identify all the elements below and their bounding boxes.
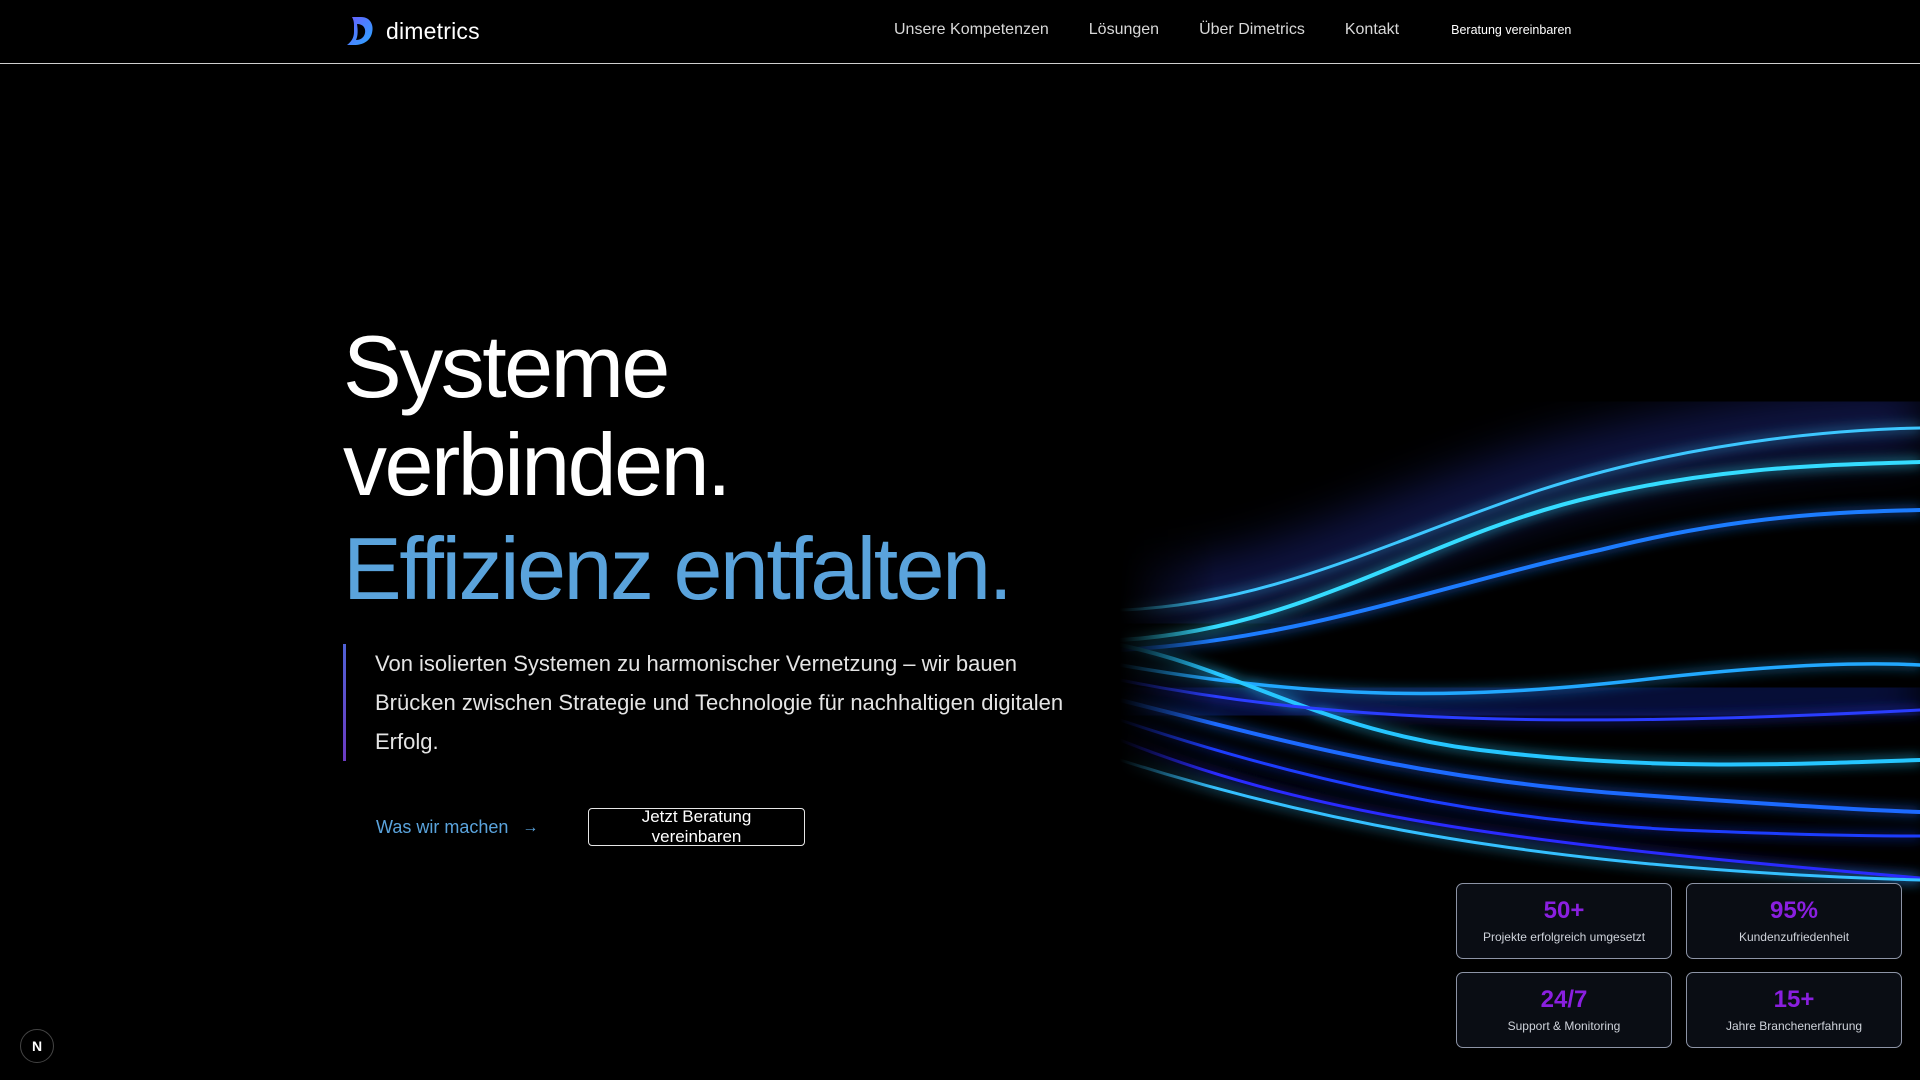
site-header: dimetrics Unsere Kompetenzen Lösungen Üb… [0, 0, 1920, 64]
nav-beratung-button[interactable]: Beratung vereinbaren [1451, 23, 1571, 41]
wave-graphic [1120, 400, 1920, 900]
stat-card-erfahrung: 15+ Jahre Branchenerfahrung [1686, 972, 1902, 1048]
stat-card-projekte: 50+ Projekte erfolgreich umgesetzt [1456, 883, 1672, 959]
stat-label: Support & Monitoring [1507, 1019, 1621, 1033]
stat-value: 24/7 [1540, 986, 1588, 1013]
stat-value: 50+ [1543, 897, 1585, 924]
jetzt-beratung-button[interactable]: Jetzt Beratung vereinbaren [588, 807, 805, 846]
stat-value: 15+ [1773, 986, 1815, 1013]
stat-label: Kundenzufriedenheit [1738, 930, 1850, 944]
was-wir-machen-label: Was wir machen [376, 817, 509, 837]
headline-line-2: verbinden. [343, 415, 731, 514]
nav-kontakt[interactable]: Kontakt [1345, 21, 1399, 39]
stat-value: 95% [1769, 897, 1819, 924]
nav-kompetenzen[interactable]: Unsere Kompetenzen [894, 21, 1049, 39]
hero-subtext: Von isolierten Systemen zu harmonischer … [343, 644, 1075, 761]
framework-badge-icon[interactable]: N [20, 1029, 54, 1063]
was-wir-machen-link[interactable]: Was wir machen → [376, 817, 538, 838]
logo[interactable]: dimetrics [344, 14, 480, 48]
stat-label: Jahre Branchenerfahrung [1725, 1019, 1863, 1033]
stat-label: Projekte erfolgreich umgesetzt [1482, 930, 1646, 944]
stat-card-support: 24/7 Support & Monitoring [1456, 972, 1672, 1048]
hero-headline: Systeme verbinden. Effizienz entfalten. [343, 317, 1013, 618]
nav-loesungen[interactable]: Lösungen [1089, 21, 1159, 39]
logo-icon [347, 17, 373, 45]
main-nav: Unsere Kompetenzen Lösungen Über Dimetri… [894, 21, 1571, 39]
headline-line-1: Systeme [343, 317, 670, 416]
headline-line-3: Effizienz entfalten. [343, 519, 1013, 618]
stat-card-zufriedenheit: 95% Kundenzufriedenheit [1686, 883, 1902, 959]
logo-text: dimetrics [386, 17, 480, 44]
arrow-right-icon: → [522, 818, 539, 836]
nav-ueber[interactable]: Über Dimetrics [1199, 21, 1305, 39]
